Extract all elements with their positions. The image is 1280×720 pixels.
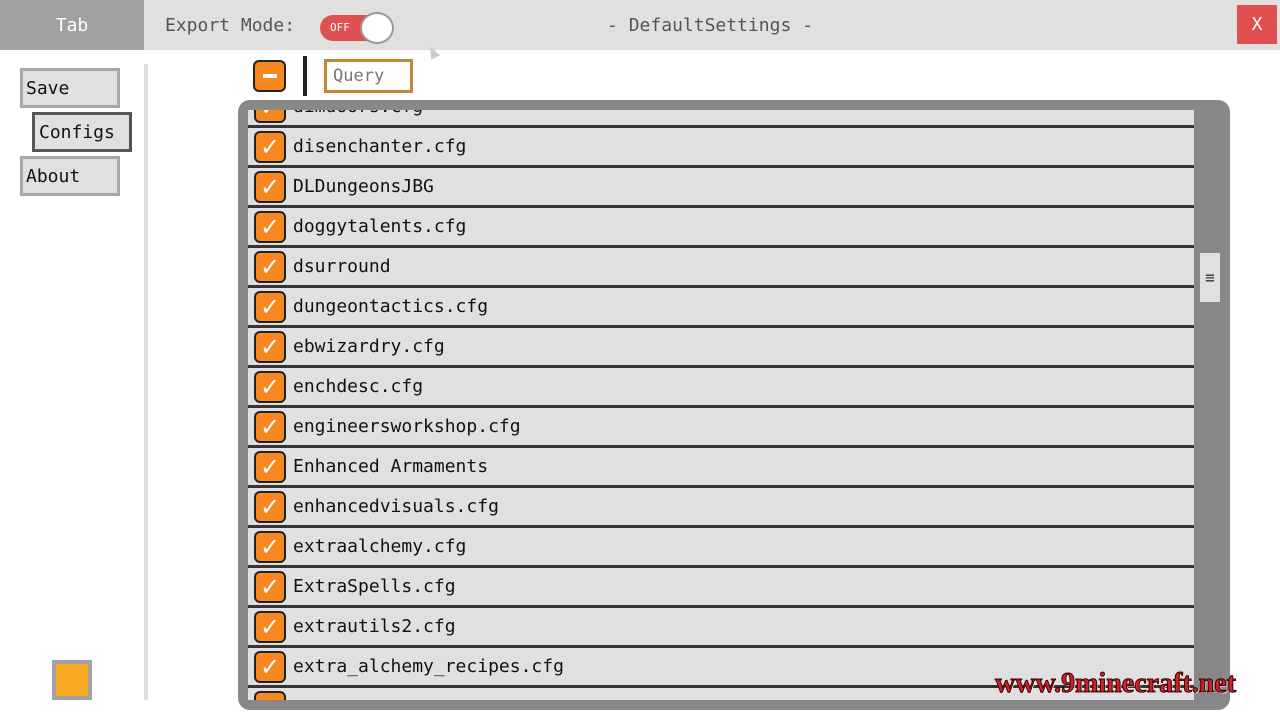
checkbox[interactable]: ✓ [254,651,286,683]
list-item-label: disenchanter.cfg [293,136,467,157]
checkmark-icon: ✓ [259,373,281,401]
list-item-label: extraalchemy.cfg [293,536,467,557]
tab-button[interactable]: Tab [0,0,144,50]
checkmark-icon: ✓ [260,693,280,700]
about-button[interactable]: About [20,156,120,196]
configs-button[interactable]: Configs [32,112,132,152]
list-item-label: DLDungeonsJBG [293,176,434,197]
list-item[interactable]: ✓ engineersworkshop.cfg [248,408,1194,448]
header-bar: Tab Export Mode: OFF - DefaultSettings -… [0,0,1280,50]
checkmark-icon: ✓ [259,453,281,481]
checkbox[interactable]: ✓ [254,451,286,483]
checkbox[interactable]: ✓ [254,251,286,283]
grip-icon: ≡ [1205,268,1215,287]
checkmark-icon: ✓ [259,133,281,161]
checkmark-icon: ✓ [259,533,281,561]
color-swatch-button[interactable] [52,660,92,700]
checkbox[interactable]: ✓ [254,491,286,523]
checkmark-icon: ✓ [259,653,281,681]
checkmark-icon: ✓ [259,253,281,281]
list-item[interactable]: ✓ ExtraSpells.cfg [248,568,1194,608]
window-title: - DefaultSettings - [607,15,813,36]
export-mode-label: Export Mode: [165,15,296,36]
checkbox[interactable]: ✓ [254,331,286,363]
list-item[interactable]: ✓ extraalchemy.cfg [248,528,1194,568]
checkbox[interactable]: ✓ [254,411,286,443]
list-item-label: extra_alchemy_recipes.cfg [293,656,564,677]
list-item[interactable]: ✓ doggytalents.cfg [248,208,1194,248]
list-item-label: ebwizardry.cfg [293,336,445,357]
checkmark-icon: ✓ [259,413,281,441]
checkbox[interactable]: ✓ [254,291,286,323]
checkmark-icon: ✓ [259,573,281,601]
close-button[interactable]: X [1237,5,1277,44]
checkmark-icon: ✓ [259,293,281,321]
list-item-label: enchdesc.cfg [293,376,424,397]
list-item[interactable]: ✓ enhancedvisuals.cfg [248,488,1194,528]
checkbox[interactable]: ✓ [254,131,286,163]
list-item[interactable]: ✓ DLDungeonsJBG [248,168,1194,208]
scrollbar-thumb[interactable]: ≡ [1200,253,1220,302]
minus-icon [262,74,277,78]
list-item[interactable]: ✓ extrautils2.cfg [248,608,1194,648]
export-mode-toggle[interactable]: OFF [320,12,396,44]
config-list-panel: ✓ dimdoors.cfg ✓ disenchanter.cfg ✓ DLDungeon… [238,100,1230,710]
list-item-label: enhancedvisuals.cfg [293,496,499,517]
list-item-label: dsurround [293,256,391,277]
checkmark-icon: ✓ [259,213,281,241]
checkbox[interactable]: ✓ [254,171,286,203]
list-item-label: dimdoors.cfg [293,110,423,117]
list-item-label: ExtraSpells.cfg [293,576,456,597]
list-item[interactable]: ✓ Enhanced Armaments [248,448,1194,488]
checkmark-icon: ✓ [259,333,281,361]
list-item-label: Enhanced Armaments [293,456,489,477]
checkmark-icon: ✓ [259,493,281,521]
checkbox[interactable]: ✓ [254,110,286,123]
checkmark-icon: ✓ [260,110,280,121]
checkbox[interactable]: ✓ [254,531,286,563]
list-item-label: doggytalents.cfg [293,216,467,237]
close-icon: X [1251,14,1263,35]
checkbox[interactable]: ✓ [254,571,286,603]
list-item-label: extrautils2.cfg [293,616,456,637]
list-item[interactable]: ✓ ebwizardry.cfg [248,328,1194,368]
checkbox[interactable]: ✓ [254,611,286,643]
checkmark-icon: ✓ [259,173,281,201]
collapse-button[interactable] [253,60,286,92]
config-list[interactable]: ✓ dimdoors.cfg ✓ disenchanter.cfg ✓ DLDungeon… [248,110,1194,700]
toolbar-divider [303,56,307,96]
checkbox[interactable]: ✓ [254,691,286,700]
checkbox[interactable]: ✓ [254,371,286,403]
list-item[interactable]: ✓ dsurround [248,248,1194,288]
save-button[interactable]: Save [20,68,120,108]
list-item[interactable]: ✓ disenchanter.cfg [248,128,1194,168]
list-item-label: dungeontactics.cfg [293,296,489,317]
list-item[interactable]: ✓ enchdesc.cfg [248,368,1194,408]
watermark: www.9minecraft.net [994,668,1237,700]
query-input[interactable] [324,59,413,93]
list-item[interactable]: ✓ dimdoors.cfg [248,110,1194,128]
sidebar-divider [144,64,148,700]
checkbox[interactable]: ✓ [254,211,286,243]
list-item-label: engineersworkshop.cfg [293,416,521,437]
list-item[interactable]: ✓ dungeontactics.cfg [248,288,1194,328]
toggle-knob [360,12,394,44]
checkmark-icon: ✓ [259,613,281,641]
